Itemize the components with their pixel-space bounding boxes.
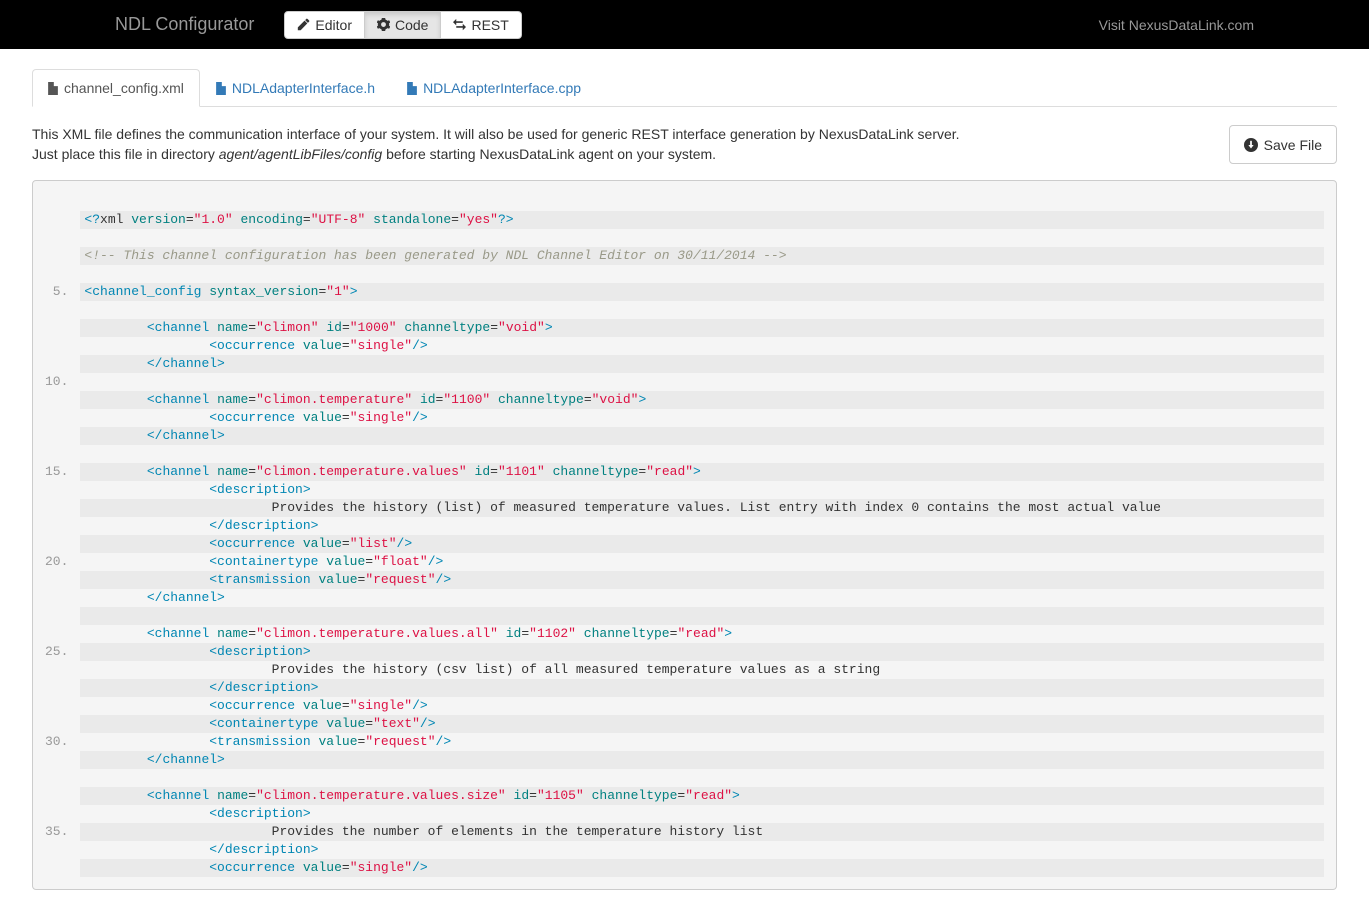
navbar-right: Visit NexusDataLink.com (1099, 17, 1254, 33)
code-line: <occurrence value="single"/> (80, 697, 1324, 715)
code-line: </description> (80, 841, 1324, 859)
code-line: <occurrence value="single"/> (80, 859, 1324, 877)
code-line (80, 229, 1324, 247)
code-line: <transmission value="request"/> (80, 571, 1324, 589)
cog-icon (377, 18, 390, 31)
code-line: <occurrence value="list"/> (80, 535, 1324, 553)
code-line: <description> (80, 481, 1324, 499)
description-row: This XML file defines the communication … (32, 125, 1337, 164)
app-brand: NDL Configurator (115, 14, 254, 35)
desc-path: agent/agentLibFiles/config (219, 146, 382, 162)
navbar: NDL Configurator Editor Code REST Visit … (0, 0, 1369, 49)
code-line: <channel name="climon.temperature.values… (80, 787, 1324, 805)
code-line: </channel> (80, 589, 1324, 607)
code-line: <description> (80, 805, 1324, 823)
code-line: <occurrence value="single"/> (80, 409, 1324, 427)
description-text: This XML file defines the communication … (32, 125, 960, 164)
code-line: <containertype value="float"/> (80, 553, 1324, 571)
code-lines: <?xml version="1.0" encoding="UTF-8" sta… (80, 193, 1324, 877)
desc-line2a: Just place this file in directory (32, 146, 219, 162)
tab-label: NDLAdapterInterface.h (232, 80, 375, 96)
rest-button-label: REST (471, 17, 508, 33)
code-line: Provides the history (csv list) of all m… (80, 661, 1324, 679)
save-file-button[interactable]: Save File (1229, 125, 1337, 164)
code-line: </channel> (80, 355, 1324, 373)
code-line: Provides the history (list) of measured … (80, 499, 1324, 517)
tab-adapter-cpp[interactable]: NDLAdapterInterface.cpp (391, 69, 597, 107)
code-line: <channel name="climon.temperature" id="1… (80, 391, 1324, 409)
tab-channel-config[interactable]: channel_config.xml (32, 69, 200, 107)
code-line: <channel_config syntax_version="1"> (80, 283, 1324, 301)
code-line: </description> (80, 679, 1324, 697)
code-button-label: Code (395, 17, 428, 33)
code-line: <occurrence value="single"/> (80, 337, 1324, 355)
view-mode-buttons: Editor Code REST (284, 11, 521, 39)
pencil-icon (297, 18, 310, 31)
code-line: Provides the number of elements in the t… (80, 823, 1324, 841)
code-line: </channel> (80, 751, 1324, 769)
code-line: </channel> (80, 427, 1324, 445)
editor-button[interactable]: Editor (284, 11, 365, 39)
save-file-label: Save File (1264, 137, 1322, 153)
download-icon (1244, 138, 1258, 152)
main-container: channel_config.xml NDLAdapterInterface.h… (0, 49, 1369, 910)
desc-line1: This XML file defines the communication … (32, 126, 960, 142)
code-line (80, 607, 1324, 625)
rest-button[interactable]: REST (440, 11, 521, 39)
code-line: <containertype value="text"/> (80, 715, 1324, 733)
code-line (80, 769, 1324, 787)
code-line: <!-- This channel configuration has been… (80, 247, 1324, 265)
code-line: <channel name="climon" id="1000" channel… (80, 319, 1324, 337)
code-line: <?xml version="1.0" encoding="UTF-8" sta… (80, 211, 1324, 229)
editor-button-label: Editor (315, 17, 352, 33)
code-line: <channel name="climon.temperature.values… (80, 625, 1324, 643)
line-number-gutter: 5.10.15.20.25.30.35. (45, 193, 80, 877)
tab-adapter-h[interactable]: NDLAdapterInterface.h (200, 69, 391, 107)
file-tabs: channel_config.xml NDLAdapterInterface.h… (32, 69, 1337, 107)
file-icon (48, 82, 58, 95)
code-line: </description> (80, 517, 1324, 535)
transfer-icon (453, 18, 466, 31)
tab-label: channel_config.xml (64, 80, 184, 96)
desc-line2b: before starting NexusDataLink agent on y… (382, 146, 716, 162)
code-line (80, 265, 1324, 283)
file-icon (407, 82, 417, 95)
code-line (80, 301, 1324, 319)
code-line (80, 373, 1324, 391)
file-icon (216, 82, 226, 95)
code-button[interactable]: Code (364, 11, 441, 39)
visit-link[interactable]: Visit NexusDataLink.com (1099, 17, 1254, 33)
tab-label: NDLAdapterInterface.cpp (423, 80, 581, 96)
code-line (80, 445, 1324, 463)
code-line: <description> (80, 643, 1324, 661)
code-viewer[interactable]: 5.10.15.20.25.30.35. <?xml version="1.0"… (32, 180, 1337, 890)
code-line: <transmission value="request"/> (80, 733, 1324, 751)
code-line: <channel name="climon.temperature.values… (80, 463, 1324, 481)
